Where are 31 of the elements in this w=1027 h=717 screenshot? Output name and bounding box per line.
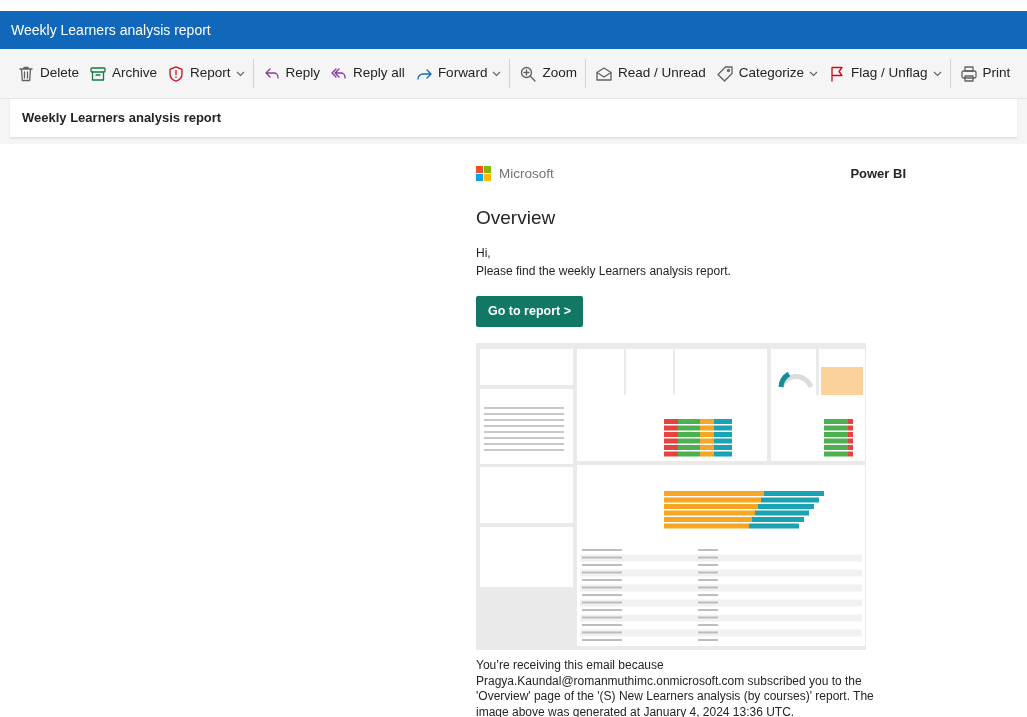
flag-button[interactable]: Flag / Unflag: [823, 59, 951, 88]
report-button[interactable]: Report: [162, 59, 254, 88]
delete-button[interactable]: Delete: [12, 59, 85, 88]
go-to-report-button[interactable]: Go to report >: [476, 296, 583, 327]
archive-icon: [89, 64, 108, 83]
chevron-down-icon: [809, 69, 818, 78]
email-subject: Weekly Learners analysis report: [10, 99, 1017, 138]
flag-icon: [828, 64, 846, 83]
product-name: Power BI: [850, 164, 906, 183]
chevron-down-icon: [492, 69, 502, 78]
greeting-text: Hi,: [476, 245, 492, 263]
window-title: Weekly Learners analysis report: [11, 20, 211, 40]
forward-button[interactable]: Forward: [409, 59, 511, 88]
tag-icon: [715, 64, 734, 83]
read-button[interactable]: Read / Unread: [589, 59, 711, 88]
printer-icon: [959, 64, 978, 83]
reply-button[interactable]: Reply: [257, 59, 326, 88]
shield-alert-icon: [167, 64, 186, 83]
zoom-icon: [519, 64, 538, 83]
chevron-down-icon: [235, 69, 245, 78]
brand-name: Microsoft: [499, 164, 554, 183]
overview-heading: Overview: [476, 205, 557, 230]
replyall-button[interactable]: Reply all: [325, 59, 410, 88]
zoom-button[interactable]: Zoom: [514, 59, 586, 88]
four-squares-logo-icon: [476, 166, 491, 182]
print-button[interactable]: Print: [954, 59, 1016, 88]
trash-icon: [17, 64, 35, 83]
archive-button[interactable]: Archive: [84, 59, 163, 88]
tag-button[interactable]: Categorize: [710, 59, 823, 88]
message-text: Please find the weekly Learners analysis report.: [476, 263, 732, 281]
chevron-down-icon: [932, 69, 942, 78]
